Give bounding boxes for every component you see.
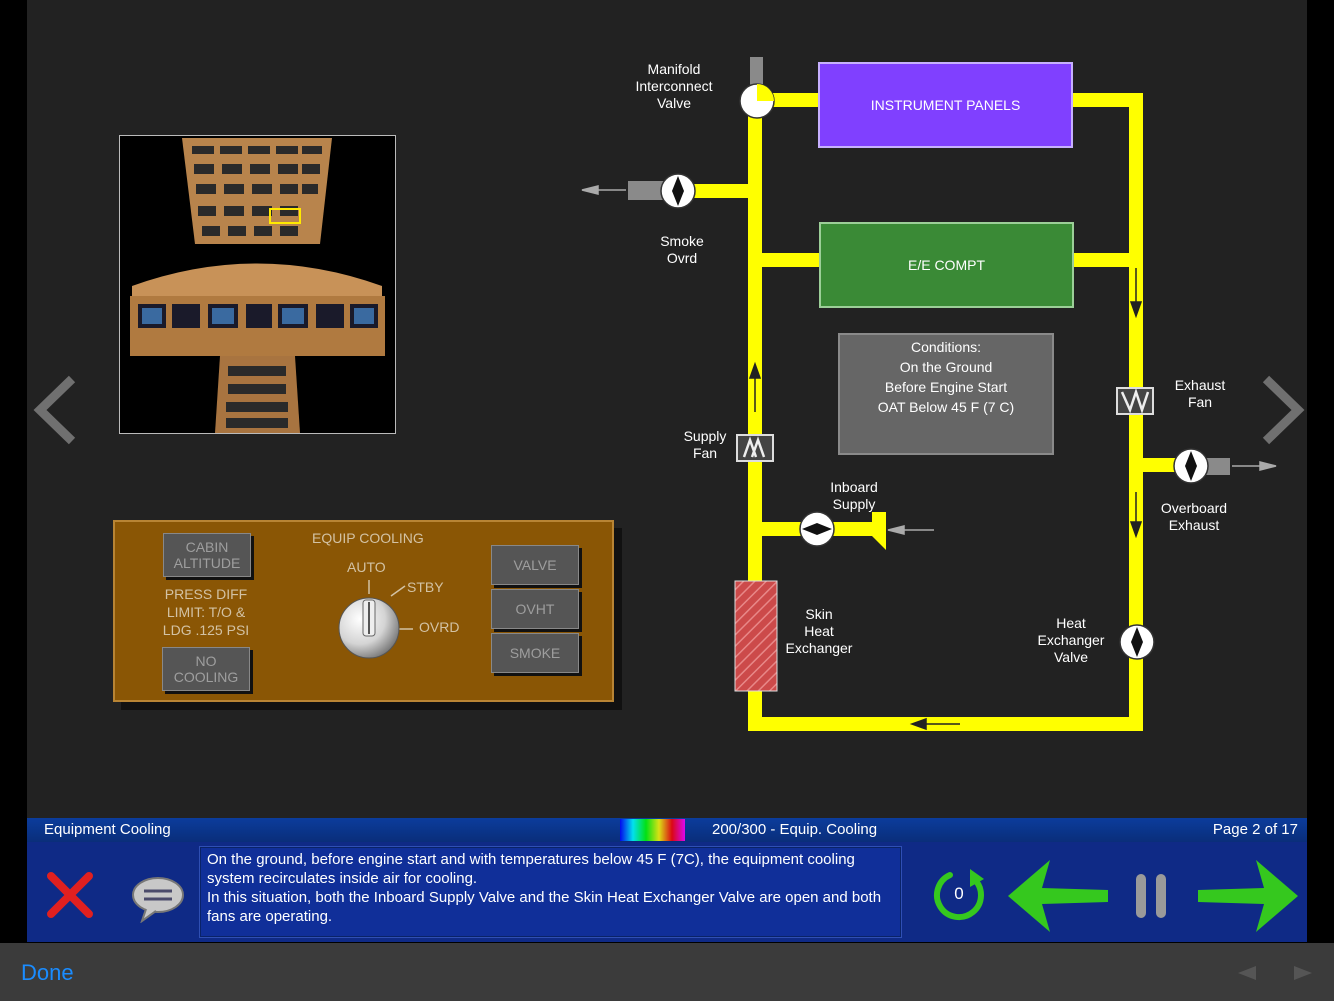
overboard-exhaust-line2: Exhaust bbox=[1168, 517, 1220, 533]
smoke-ovrd-stub bbox=[628, 181, 664, 200]
close-icon[interactable] bbox=[45, 870, 95, 920]
exhaust-fan-line2: Fan bbox=[1187, 394, 1213, 410]
bottom-bar bbox=[0, 943, 1334, 1001]
conditions-line1: Conditions: bbox=[910, 339, 982, 355]
back-arrow-icon[interactable] bbox=[1006, 858, 1110, 934]
conditions-line2: On the Ground bbox=[899, 359, 993, 375]
conditions-box: Conditions: On the Ground Before Engine … bbox=[838, 333, 1054, 455]
ee-compt-box[interactable]: E/E COMPT bbox=[819, 222, 1074, 308]
overboard-exhaust-line1: Overboard bbox=[1160, 500, 1228, 516]
exhaust-fan-label: Exhaust Fan bbox=[1168, 377, 1232, 411]
color-spectrum-icon[interactable] bbox=[620, 819, 685, 841]
pause-icon[interactable] bbox=[1134, 872, 1168, 920]
skin-hx-label: Skin Heat Exchanger bbox=[782, 606, 856, 657]
smoke-ovrd-label: Smoke Ovrd bbox=[652, 233, 712, 267]
skin-hx-line3: Exchanger bbox=[785, 640, 853, 656]
conditions-line4: OAT Below 45 F (7 C) bbox=[877, 399, 1015, 415]
narration-line3: In this situation, both the Inboard Supp… bbox=[207, 889, 882, 906]
lesson-name: Equipment Cooling bbox=[44, 821, 171, 838]
supply-fan-line2: Fan bbox=[692, 445, 718, 461]
done-button[interactable]: Done bbox=[21, 960, 74, 986]
caption-icon[interactable] bbox=[130, 873, 186, 923]
smoke-ovrd-valve-icon bbox=[660, 173, 696, 209]
page-indicator: Page 2 of 17 bbox=[1212, 821, 1298, 838]
overboard-exhaust-valve-icon bbox=[1173, 448, 1209, 484]
overboard-exhaust-label: Overboard Exhaust bbox=[1156, 500, 1232, 534]
manifold-label-line3: Valve bbox=[657, 95, 691, 111]
manifold-label-line1: Manifold bbox=[647, 61, 701, 77]
hx-valve-line1: Heat bbox=[1056, 615, 1086, 631]
conditions-line3: Before Engine Start bbox=[884, 379, 1008, 395]
smoke-ovrd-line1: Smoke bbox=[660, 233, 704, 249]
narration-line4: fans are operating. bbox=[207, 908, 333, 925]
skin-hx-line1: Skin bbox=[805, 606, 833, 622]
narration-text: On the ground, before engine start and w… bbox=[199, 846, 902, 938]
inboard-supply-valve-icon bbox=[799, 511, 835, 547]
smoke-ovrd-line2: Ovrd bbox=[666, 250, 698, 266]
hx-valve-line3: Valve bbox=[1054, 649, 1088, 665]
hx-valve-line2: Exchanger bbox=[1037, 632, 1105, 648]
hx-valve-label: Heat Exchanger Valve bbox=[1032, 615, 1110, 666]
instrument-panels-box[interactable]: INSTRUMENT PANELS bbox=[818, 62, 1073, 148]
skin-heat-exchanger bbox=[734, 580, 778, 692]
previous-page-icon[interactable] bbox=[1238, 966, 1256, 980]
next-page-icon[interactable] bbox=[1294, 966, 1312, 980]
supply-fan-icon bbox=[736, 434, 774, 462]
narration-line2: system recirculates inside air for cooli… bbox=[207, 870, 478, 887]
forward-arrow-icon[interactable] bbox=[1196, 858, 1300, 934]
equip-cooling-schematic bbox=[581, 57, 1277, 731]
overboard-stub bbox=[1205, 458, 1230, 475]
module-title: 200/300 - Equip. Cooling bbox=[712, 821, 878, 838]
replay-count: 0 bbox=[954, 884, 964, 903]
status-bar: Equipment Cooling 200/300 - Equip. Cooli… bbox=[27, 818, 1307, 842]
manifold-valve-icon bbox=[739, 83, 775, 119]
hx-valve-icon bbox=[1119, 624, 1155, 660]
inboard-supply-line2: Supply bbox=[832, 496, 876, 512]
exhaust-fan-line1: Exhaust bbox=[1174, 377, 1226, 393]
inboard-supply-label: Inboard Supply bbox=[822, 479, 886, 513]
manifold-label-line2: Interconnect bbox=[635, 78, 713, 94]
supply-fan-label: Supply Fan bbox=[676, 428, 734, 462]
exhaust-fan-icon bbox=[1116, 387, 1154, 415]
supply-fan-line1: Supply bbox=[683, 428, 727, 444]
narration-line1: On the ground, before engine start and w… bbox=[207, 851, 855, 868]
skin-hx-line2: Heat bbox=[804, 623, 834, 639]
inboard-supply-line1: Inboard bbox=[830, 479, 878, 495]
manifold-valve-label: Manifold Interconnect Valve bbox=[626, 61, 722, 112]
